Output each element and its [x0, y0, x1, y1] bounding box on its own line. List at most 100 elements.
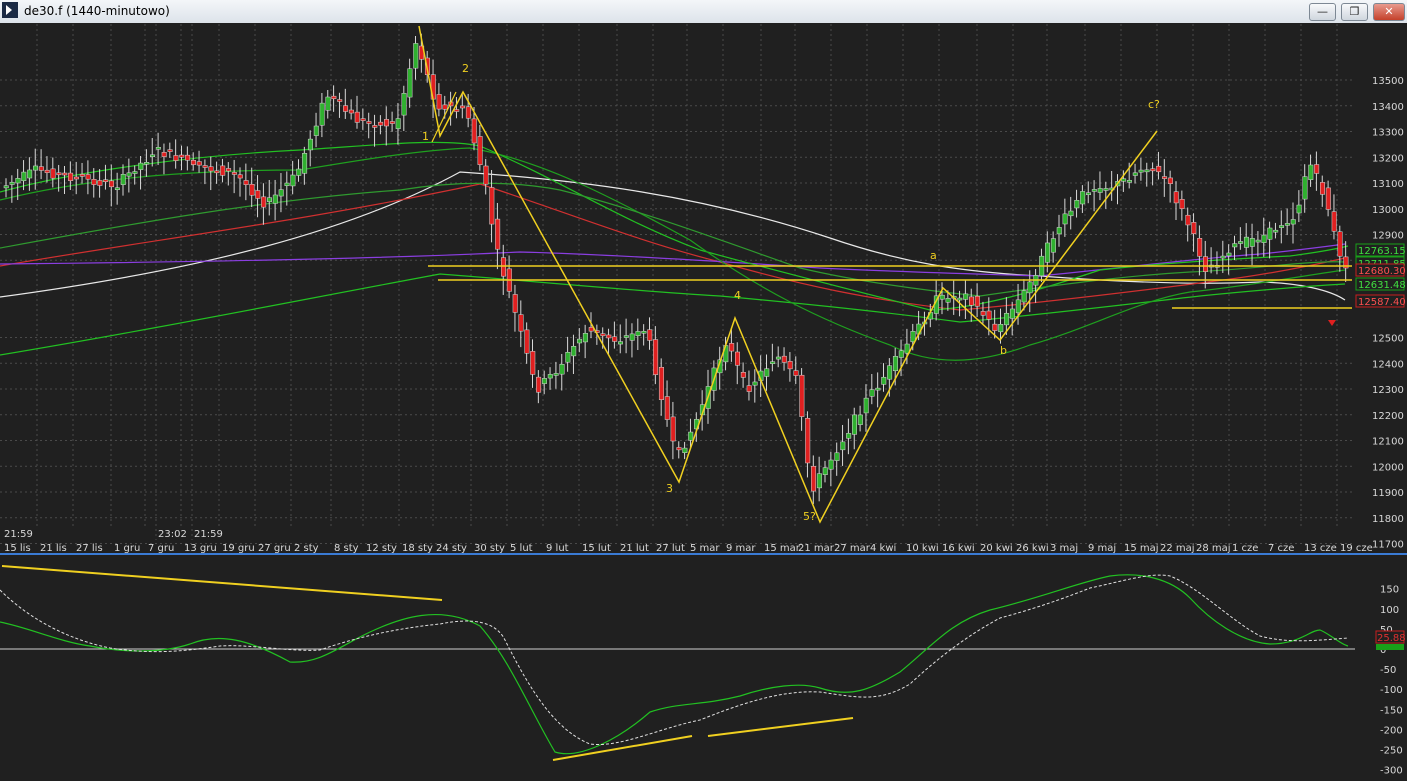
candle-body: [360, 118, 366, 121]
date-tick-label: 4 kwi: [870, 543, 896, 554]
oscillator-signal-box: [1376, 644, 1404, 650]
candle-body: [553, 373, 559, 376]
candle-body: [1279, 225, 1285, 228]
price-tick-label: 12400: [1372, 359, 1404, 370]
candle-body: [863, 397, 869, 414]
candle-body: [501, 257, 506, 277]
candle-body: [1167, 177, 1173, 184]
candle-body: [1121, 178, 1127, 182]
candle-body: [9, 181, 15, 185]
date-tick-label: 2 sty: [294, 543, 319, 554]
candle-body: [231, 172, 237, 175]
price-tick-label: 12000: [1372, 462, 1404, 473]
window-titlebar: de30.f (1440-minutowo) — ❐ ✕: [0, 0, 1407, 24]
candle-body: [530, 351, 536, 375]
candle-body: [1144, 169, 1150, 173]
wave-label: 4: [734, 289, 741, 302]
candle-body: [56, 172, 62, 176]
candle-body: [635, 331, 641, 336]
date-tick-label: 20 kwi: [980, 543, 1013, 554]
date-tick-label: 19 cze: [1340, 543, 1373, 554]
candle-body: [676, 447, 682, 451]
candle-body: [395, 118, 401, 129]
oscillator-tick-label: -50: [1380, 665, 1396, 676]
candle-body: [313, 125, 319, 136]
candle-body: [541, 378, 547, 384]
candle-body: [735, 351, 740, 366]
candle-body: [471, 118, 477, 144]
date-tick-label: 30 sty: [474, 543, 505, 554]
candle-body: [442, 104, 448, 110]
candle-body: [887, 365, 893, 380]
candle-body: [612, 336, 618, 342]
candle-body: [799, 374, 805, 417]
price-box-label: 12631.48: [1358, 280, 1406, 291]
candle-body: [290, 174, 296, 187]
candle-body: [354, 111, 360, 123]
date-tick-label: 13 cze: [1304, 543, 1337, 554]
candle-body: [302, 153, 308, 174]
candle-body: [1091, 189, 1097, 192]
candle-body: [1050, 238, 1056, 253]
candle-body: [559, 364, 565, 375]
candle-body: [384, 119, 389, 127]
candle-body: [21, 171, 27, 182]
candle-body: [577, 338, 583, 344]
candle-body: [1320, 182, 1325, 195]
candle-body: [97, 180, 103, 186]
candle-body: [325, 96, 331, 111]
restore-button[interactable]: ❐: [1341, 3, 1368, 21]
candle-body: [945, 298, 951, 303]
chart-area[interactable]: 1 2 3 4 5? a b c? 13500 13400 13300 13200 13…: [0, 23, 1407, 777]
candle-body: [389, 121, 395, 124]
candle-body: [1027, 281, 1033, 294]
price-tick-label: 13100: [1372, 179, 1404, 190]
price-tick-label: 13000: [1372, 205, 1404, 216]
candle-body: [787, 361, 793, 370]
close-button[interactable]: ✕: [1373, 3, 1405, 21]
price-boxes: 12763.1512711.8512680.3012631.4812587.40: [1355, 243, 1406, 308]
candle-body: [208, 166, 214, 172]
candle-body: [1068, 210, 1074, 217]
candle-body: [267, 197, 272, 202]
candle-body: [898, 350, 904, 358]
candle-body: [436, 94, 442, 110]
date-tick-label: 27 mar: [834, 543, 871, 554]
candle-body: [618, 341, 623, 345]
candle-body: [623, 335, 629, 338]
candle-body: [670, 416, 676, 442]
candle-body: [343, 105, 349, 112]
candle-body: [1296, 204, 1302, 214]
candle-body: [998, 324, 1004, 333]
candle-body: [1103, 188, 1109, 191]
candle-body: [278, 189, 284, 197]
wave-label: 2: [462, 62, 469, 75]
candle-body: [1249, 238, 1255, 247]
candle-body: [109, 180, 115, 188]
oscillator-tick-label: -200: [1380, 725, 1403, 736]
candle-body: [1220, 255, 1226, 259]
date-tick-label: 1 gru: [114, 543, 140, 554]
candle-body: [161, 152, 167, 157]
minimize-button[interactable]: —: [1309, 3, 1336, 21]
candle-body: [185, 154, 191, 161]
candle-body: [1267, 227, 1273, 240]
price-box-label: 12587.40: [1358, 297, 1406, 308]
candle-body: [1203, 256, 1208, 272]
candle-body: [489, 187, 495, 225]
candle-body: [114, 187, 120, 190]
candle-body: [477, 136, 483, 165]
candle-body: [547, 374, 553, 379]
oscillator-tick-label: -300: [1380, 766, 1403, 777]
candle-body: [1156, 165, 1162, 173]
wave-label: c?: [1148, 98, 1160, 111]
candle-body: [126, 172, 132, 177]
candle-body: [752, 381, 758, 386]
candle-body: [764, 368, 770, 377]
price-tick-label: 11800: [1372, 514, 1404, 525]
date-tick-label: 13 gru: [184, 543, 217, 554]
date-tick-label: 10 kwi: [906, 543, 939, 554]
candle-body: [465, 106, 471, 119]
candle-body: [805, 417, 811, 464]
candle-body: [1138, 169, 1144, 173]
